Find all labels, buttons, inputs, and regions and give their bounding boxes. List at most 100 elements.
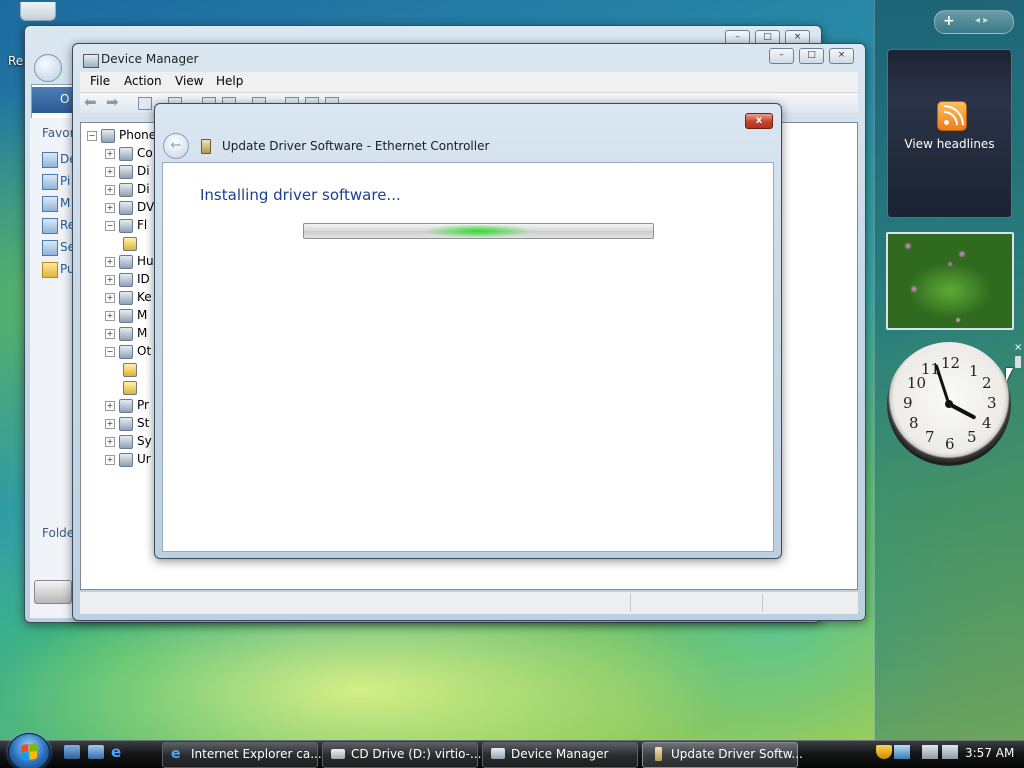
tree-item-label: Phone (119, 128, 157, 142)
explorer-left-pane: Favor De Pi M Re Se Pu Folde (30, 118, 77, 618)
menu-view[interactable]: View (175, 74, 203, 88)
pictures-icon[interactable] (42, 174, 58, 190)
clock-number: 6 (945, 435, 955, 453)
expand-icon[interactable]: + (105, 455, 115, 465)
switch-windows-icon[interactable] (88, 745, 104, 759)
menu-action[interactable]: Action (124, 74, 162, 88)
tree-item-label: Co (137, 146, 153, 160)
windows-defender-icon[interactable] (894, 745, 910, 759)
cd-drive-icon (331, 749, 345, 759)
system-clock[interactable]: 3:57 AM (965, 746, 1014, 760)
install-status-heading: Installing driver software... (200, 186, 401, 204)
gadget-close-icon[interactable]: × (1014, 342, 1022, 353)
expand-icon[interactable]: + (105, 167, 115, 177)
recent-icon[interactable] (42, 218, 58, 234)
sidebar-controls: + ◂ ▸ (934, 10, 1014, 34)
properties-icon[interactable] (138, 97, 152, 110)
ethernet-device-icon (655, 747, 662, 761)
clock-gadget[interactable]: 12 1 2 3 4 5 6 7 8 9 10 11 (887, 342, 1011, 466)
install-progress-bar (303, 223, 654, 239)
drive-icon (34, 580, 72, 604)
menu-help[interactable]: Help (216, 74, 243, 88)
documents-icon[interactable] (42, 152, 58, 168)
device-category-icon (119, 165, 133, 179)
expand-icon[interactable]: + (105, 437, 115, 447)
device-category-icon (119, 255, 133, 269)
left-item[interactable]: M (60, 196, 70, 210)
expand-icon[interactable]: + (105, 149, 115, 159)
update-driver-dialog[interactable]: x ← Update Driver Software - Ethernet Co… (154, 103, 782, 559)
start-button[interactable] (8, 733, 50, 768)
taskbar-item-label: Update Driver Softw... (671, 747, 803, 761)
menu-file[interactable]: File (90, 74, 110, 88)
tree-item-label: Di (137, 182, 150, 196)
recycle-bin-icon[interactable] (20, 2, 56, 21)
expand-icon[interactable]: + (105, 419, 115, 429)
expand-icon[interactable]: + (105, 401, 115, 411)
taskbar-item[interactable]: Update Driver Softw... (642, 742, 803, 768)
maximize-button[interactable]: □ (799, 48, 824, 64)
status-divider (762, 594, 763, 612)
back-icon[interactable] (34, 54, 62, 82)
clock-number: 1 (969, 362, 979, 380)
tree-item-label: M (137, 308, 148, 322)
device-category-icon (119, 453, 133, 467)
device-category-icon (119, 435, 133, 449)
expand-icon[interactable]: + (105, 203, 115, 213)
tree-item-label: Ot (137, 344, 152, 358)
network-icon[interactable] (922, 745, 938, 759)
security-shield-icon[interactable] (876, 745, 892, 759)
gadget-navigation-arrows[interactable]: ◂ ▸ (975, 15, 988, 26)
feed-headlines-gadget[interactable]: View headlines (887, 49, 1012, 218)
device-category-icon (119, 291, 133, 305)
clock-number: 8 (909, 414, 919, 432)
warning-device-icon (123, 237, 137, 251)
back-arrow-icon[interactable]: ⬅ (84, 95, 97, 110)
device-category-icon (119, 417, 133, 431)
minimize-button[interactable]: – (769, 48, 794, 64)
expand-icon[interactable]: + (105, 275, 115, 285)
slideshow-gadget[interactable] (886, 232, 1014, 330)
device-category-icon (101, 129, 115, 143)
mouse-cursor-icon (1006, 368, 1013, 382)
device-category-icon (119, 345, 133, 359)
expand-icon[interactable]: + (105, 185, 115, 195)
expand-icon[interactable]: + (105, 257, 115, 267)
add-gadget-button[interactable]: + (943, 13, 955, 29)
left-item[interactable]: Pi (60, 174, 70, 188)
recycle-bin-label: Re (8, 54, 24, 68)
public-folder-icon[interactable] (42, 262, 58, 278)
volume-icon[interactable] (942, 745, 958, 759)
folders-label[interactable]: Folde (42, 526, 74, 540)
tree-item-label: Ke (137, 290, 152, 304)
back-button[interactable]: ← (163, 133, 189, 159)
searches-icon[interactable] (42, 240, 58, 256)
tree-item-label: Di (137, 164, 150, 178)
device-category-icon (119, 219, 133, 233)
internet-explorer-icon[interactable]: e (111, 745, 127, 760)
music-icon[interactable] (42, 196, 58, 212)
forward-arrow-icon[interactable]: ➡ (106, 95, 119, 110)
expand-icon[interactable]: + (105, 311, 115, 321)
dialog-body: Installing driver software... (162, 162, 774, 552)
collapse-icon[interactable]: − (105, 347, 115, 357)
explorer-nav-strip: O (32, 87, 72, 113)
show-desktop-icon[interactable] (64, 745, 80, 759)
expand-icon[interactable]: + (105, 293, 115, 303)
taskbar-item[interactable]: Device Manager (482, 742, 638, 768)
collapse-icon[interactable]: − (105, 221, 115, 231)
gadget-options-icon[interactable] (1015, 356, 1021, 368)
expand-icon[interactable]: + (105, 329, 115, 339)
clock-center (945, 400, 953, 408)
device-category-icon (119, 201, 133, 215)
collapse-icon[interactable]: − (87, 131, 97, 141)
close-button[interactable]: x (745, 113, 773, 129)
taskbar-item[interactable]: CD Drive (D:) virtio-... (322, 742, 482, 768)
clock-number: 9 (903, 394, 913, 412)
close-button[interactable]: × (829, 48, 854, 64)
taskbar-item-label: CD Drive (D:) virtio-... (351, 747, 482, 761)
device-manager-icon (491, 748, 505, 759)
progress-marquee (304, 225, 653, 237)
view-headlines-label[interactable]: View headlines (888, 137, 1011, 151)
taskbar-item[interactable]: e Internet Explorer ca... (162, 742, 322, 768)
